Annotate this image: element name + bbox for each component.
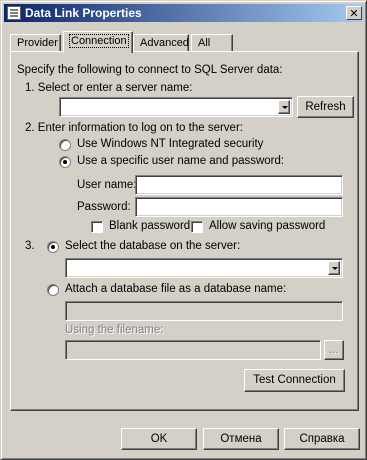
tab-connection[interactable]: Connection (63, 31, 133, 53)
blank-password-label: Blank password (109, 220, 191, 232)
dialog-window: Data Link Properties ✕ Provider Connecti… (0, 0, 367, 460)
specific-user-label: Use a specific user name and password: (77, 155, 285, 167)
attach-db-name-field[interactable] (65, 301, 343, 321)
nt-security-label: Use Windows NT Integrated security (77, 138, 264, 150)
tab-label: Provider (17, 37, 58, 49)
filename-label: Using the filename: (65, 324, 164, 336)
cancel-button[interactable]: Отмена (203, 428, 279, 450)
allow-saving-label: Allow saving password (209, 220, 326, 232)
database-combo[interactable] (65, 258, 343, 278)
help-button[interactable]: Справка (284, 428, 360, 450)
allow-saving-checkbox[interactable] (191, 221, 203, 233)
chevron-down-icon[interactable] (328, 261, 340, 275)
tab-label: Advanced (140, 37, 189, 49)
close-button[interactable]: ✕ (346, 6, 362, 20)
step1-label: 1. Select or enter a server name: (25, 82, 193, 94)
title-bar[interactable]: Data Link Properties ✕ (4, 4, 364, 22)
test-connection-button[interactable]: Test Connection (244, 369, 345, 392)
connection-panel: Specify the following to connect to SQL … (10, 51, 359, 411)
tab-label: Connection (69, 34, 129, 48)
tab-all[interactable]: All (191, 34, 233, 52)
step3-label: 3. (25, 240, 35, 252)
radio-specific-user[interactable] (59, 156, 71, 168)
chevron-down-icon[interactable] (278, 100, 290, 114)
username-label: User name: (77, 179, 137, 191)
ok-button[interactable]: OK (121, 428, 197, 450)
password-label: Password: (77, 201, 131, 213)
data-link-icon (7, 6, 21, 20)
password-field[interactable] (135, 197, 343, 217)
browse-button[interactable]: ... (324, 340, 344, 360)
radio-nt-security[interactable] (59, 139, 71, 151)
blank-password-checkbox[interactable] (91, 221, 103, 233)
tab-advanced[interactable]: Advanced (133, 34, 189, 52)
refresh-button[interactable]: Refresh (297, 96, 354, 118)
tab-provider[interactable]: Provider (10, 34, 61, 52)
intro-text: Specify the following to connect to SQL … (17, 64, 283, 76)
username-field[interactable] (135, 175, 343, 195)
server-name-combo[interactable] (59, 97, 293, 117)
radio-select-db[interactable] (47, 241, 59, 253)
tab-label: All (198, 37, 211, 49)
radio-attach-db[interactable] (47, 284, 59, 296)
select-db-label: Select the database on the server: (65, 240, 241, 252)
filename-field[interactable] (65, 340, 321, 360)
attach-db-label: Attach a database file as a database nam… (65, 283, 287, 295)
step2-label: 2. Enter information to log on to the se… (25, 122, 243, 134)
window-title: Data Link Properties (25, 6, 142, 20)
